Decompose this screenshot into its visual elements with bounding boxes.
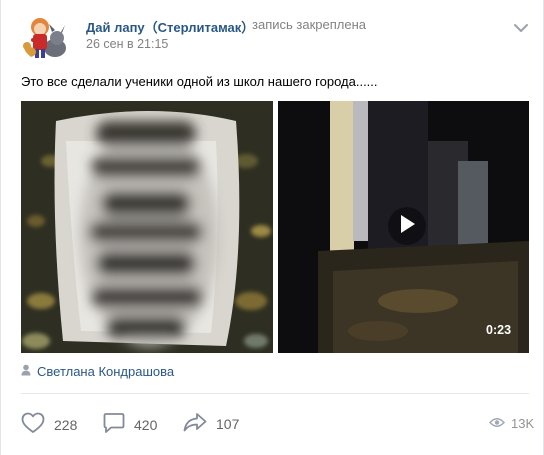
wall-post: Дай лапу（Стерлитамак） запись закреплена … xyxy=(0,0,544,455)
share-button[interactable]: 107 xyxy=(183,412,239,435)
share-icon xyxy=(183,412,207,435)
views-count: 13K xyxy=(511,416,535,431)
like-button[interactable]: 228 xyxy=(21,412,77,437)
comment-icon xyxy=(103,412,125,437)
comment-button[interactable]: 420 xyxy=(103,412,157,437)
eye-icon xyxy=(489,416,505,431)
heart-icon xyxy=(21,412,45,437)
views-counter: 13K xyxy=(489,416,534,431)
post-photo[interactable] xyxy=(21,101,273,353)
pinned-label: запись закреплена xyxy=(252,17,366,32)
play-icon xyxy=(398,214,416,239)
post-date[interactable]: 26 сен в 21:15 xyxy=(86,37,168,51)
video-duration: 0:23 xyxy=(486,323,512,337)
like-count: 228 xyxy=(54,416,78,433)
post-text: Это все сделали ученики одной из школ на… xyxy=(21,74,378,89)
comment-count: 420 xyxy=(134,416,158,433)
post-options-button[interactable] xyxy=(507,15,535,43)
divider xyxy=(21,393,529,394)
share-count: 107 xyxy=(216,415,240,432)
chevron-down-icon xyxy=(513,20,529,38)
video-play-button[interactable] xyxy=(388,207,426,245)
person-icon xyxy=(21,364,31,379)
signer-name: Светлана Кондрашова xyxy=(37,364,175,379)
community-name[interactable]: Дай лапу（Стерлитамак） xyxy=(86,17,254,36)
post-signer[interactable]: Светлана Кондрашова xyxy=(21,364,174,379)
community-avatar[interactable] xyxy=(21,12,71,62)
